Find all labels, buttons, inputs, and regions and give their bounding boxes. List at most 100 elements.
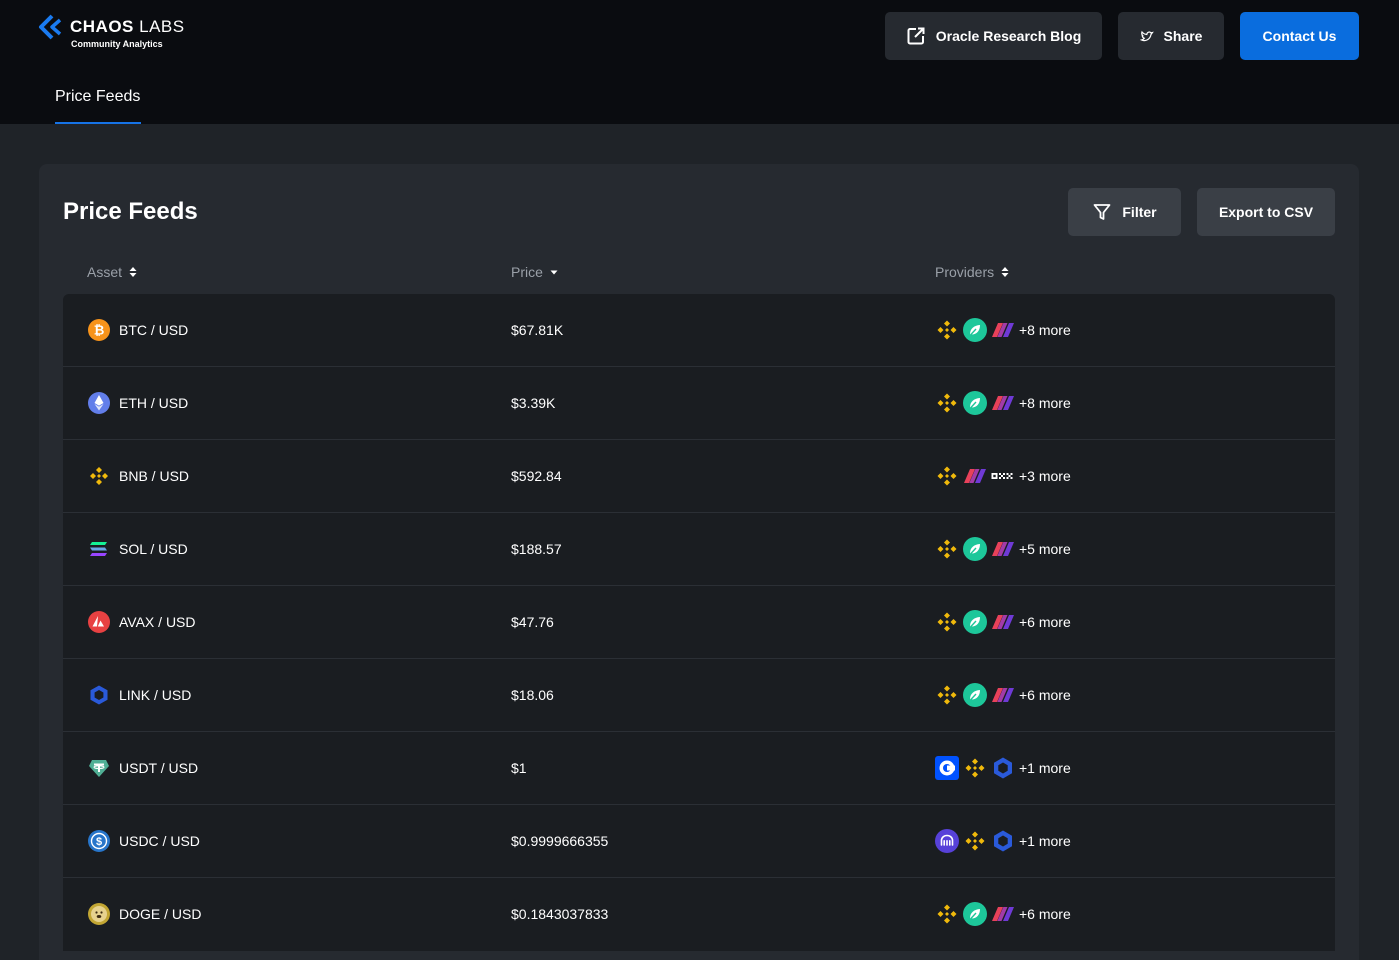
share-button[interactable]: Share: [1118, 12, 1224, 60]
sort-desc-icon: [550, 268, 558, 276]
price-cell: $188.57: [511, 513, 562, 585]
table-row[interactable]: $ USDC / USD $0.9999666355 +1 more: [63, 805, 1335, 878]
stripes-provider-icon: [991, 902, 1015, 926]
binance-provider-icon: [935, 610, 959, 634]
tab-price-feeds-label: Price Feeds: [55, 88, 141, 105]
asset-pair-label: USDC / USD: [119, 833, 200, 849]
logo-title-light: LABS: [139, 17, 185, 36]
price-value: $3.39K: [511, 395, 556, 411]
filter-button[interactable]: Filter: [1068, 188, 1181, 236]
providers-cell: +8 more: [935, 367, 1071, 439]
leaf-provider-icon: [963, 318, 987, 342]
doge-icon: [87, 902, 111, 926]
table-row[interactable]: BNB / USD $592.84 +3 more: [63, 440, 1335, 513]
price-cell: $1: [511, 732, 527, 804]
column-header-price[interactable]: Price: [511, 264, 558, 280]
binance-provider-icon: [935, 683, 959, 707]
leaf-provider-icon: [963, 902, 987, 926]
binance-provider-icon: [935, 464, 959, 488]
providers-cell: +6 more: [935, 659, 1071, 731]
providers-cell: +5 more: [935, 513, 1071, 585]
top-header: CHAOS LABS Community Analytics Oracle Re…: [0, 0, 1399, 124]
providers-cell: +3 more: [935, 440, 1071, 512]
more-providers-label: +6 more: [1019, 906, 1071, 922]
export-csv-button[interactable]: Export to CSV: [1197, 188, 1335, 236]
price-value: $188.57: [511, 541, 562, 557]
chainlink-provider-icon: [991, 756, 1015, 780]
binance-provider-icon: [963, 829, 987, 853]
stripes-provider-icon: [991, 318, 1015, 342]
contact-us-button[interactable]: Contact Us: [1240, 12, 1359, 60]
price-value: $47.76: [511, 614, 554, 630]
asset-cell: LINK / USD: [87, 659, 191, 731]
logo-title-bold: CHAOS: [70, 17, 134, 36]
twitter-icon: [1139, 29, 1154, 43]
kraken-provider-icon: [935, 829, 959, 853]
logo-subtitle: Community Analytics: [71, 39, 163, 49]
column-header-asset[interactable]: Asset: [87, 264, 137, 280]
table-row[interactable]: LINK / USD $18.06 +6 more: [63, 659, 1335, 732]
export-csv-label: Export to CSV: [1218, 204, 1314, 220]
providers-cell: +1 more: [935, 732, 1071, 804]
asset-cell: BNB / USD: [87, 440, 189, 512]
column-header-providers[interactable]: Providers: [935, 264, 1009, 280]
column-header-providers-label: Providers: [935, 264, 995, 280]
binance-provider-icon: [935, 902, 959, 926]
contact-us-label: Contact Us: [1262, 28, 1337, 44]
table-row[interactable]: ETH / USD $3.39K +8 more: [63, 367, 1335, 440]
price-cell: $67.81K: [511, 294, 563, 366]
asset-pair-label: BTC / USD: [119, 322, 189, 338]
table-row[interactable]: ₿ BTC / USD $67.81K +8 more: [63, 294, 1335, 367]
price-cell: $0.1843037833: [511, 878, 608, 950]
leaf-provider-icon: [963, 391, 987, 415]
okx-provider-icon: [991, 464, 1015, 488]
price-value: $0.1843037833: [511, 906, 609, 922]
price-feeds-table: ₿ BTC / USD $67.81K +8 more ETH / USD $3…: [63, 294, 1335, 951]
share-label: Share: [1163, 28, 1203, 44]
providers-cell: +6 more: [935, 878, 1071, 950]
asset-cell: USDT / USD: [87, 732, 198, 804]
chaos-labs-logo-icon: [39, 14, 62, 40]
binance-provider-icon: [935, 318, 959, 342]
more-providers-label: +3 more: [1019, 468, 1071, 484]
stripes-provider-icon: [963, 464, 987, 488]
oracle-research-blog-button[interactable]: Oracle Research Blog: [885, 12, 1102, 60]
chaos-labs-logo[interactable]: CHAOS LABS Community Analytics: [38, 14, 185, 49]
svg-text:₿: ₿: [94, 323, 105, 338]
leaf-provider-icon: [963, 537, 987, 561]
link-icon: [87, 683, 111, 707]
asset-pair-label: ETH / USD: [119, 395, 189, 411]
providers-cell: +6 more: [935, 586, 1071, 658]
price-cell: $0.9999666355: [511, 805, 608, 877]
more-providers-label: +1 more: [1019, 833, 1071, 849]
stripes-provider-icon: [991, 391, 1015, 415]
asset-pair-label: LINK / USD: [119, 687, 192, 703]
btc-icon: ₿: [87, 318, 111, 342]
asset-cell: AVAX / USD: [87, 586, 196, 658]
svg-text:$: $: [96, 836, 102, 848]
price-value: $1: [511, 760, 527, 776]
more-providers-label: +8 more: [1019, 322, 1071, 338]
providers-cell: +1 more: [935, 805, 1071, 877]
more-providers-label: +8 more: [1019, 395, 1071, 411]
eth-icon: [87, 391, 111, 415]
column-header-asset-label: Asset: [87, 264, 123, 280]
more-providers-label: +1 more: [1019, 760, 1071, 776]
sol-icon: [87, 537, 111, 561]
binance-provider-icon: [963, 756, 987, 780]
binance-provider-icon: [935, 537, 959, 561]
tab-price-feeds[interactable]: Price Feeds: [55, 88, 142, 124]
table-row[interactable]: AVAX / USD $47.76 +6 more: [63, 586, 1335, 659]
asset-cell: DOGE / USD: [87, 878, 201, 950]
asset-pair-label: DOGE / USD: [119, 906, 202, 922]
table-row[interactable]: USDT / USD $1 +1 more: [63, 732, 1335, 805]
table-row[interactable]: SOL / USD $188.57 +5 more: [63, 513, 1335, 586]
asset-cell: ETH / USD: [87, 367, 188, 439]
external-link-icon: [906, 26, 926, 46]
price-cell: $47.76: [511, 586, 554, 658]
sort-both-icon: [1001, 266, 1009, 278]
stripes-provider-icon: [991, 683, 1015, 707]
table-row[interactable]: DOGE / USD $0.1843037833 +6 more: [63, 878, 1335, 951]
asset-cell: $ USDC / USD: [87, 805, 200, 877]
more-providers-label: +6 more: [1019, 687, 1071, 703]
